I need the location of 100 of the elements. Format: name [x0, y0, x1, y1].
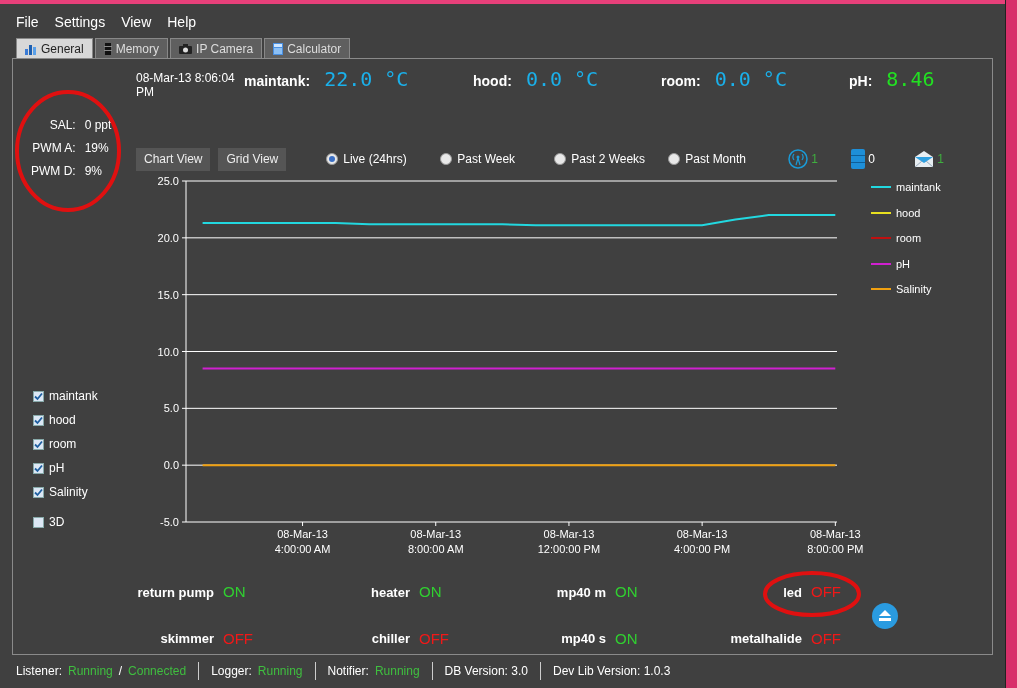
- series-checkbox[interactable]: hood: [33, 411, 136, 429]
- tab[interactable]: General: [16, 38, 93, 58]
- tab[interactable]: IP Camera: [170, 38, 263, 58]
- reading-label: pH:: [849, 72, 873, 91]
- legend-label: Salinity: [896, 282, 932, 297]
- legend-label: hood: [896, 205, 921, 221]
- x-tick-label: 08-Mar-13 8:00:00 PM: [807, 528, 864, 555]
- switch-state: OFF: [419, 628, 449, 649]
- envelope-icon: [914, 150, 935, 168]
- legend-label: room: [896, 231, 922, 246]
- switch-state: ON: [419, 582, 442, 602]
- series-checkbox[interactable]: Salinity: [33, 483, 136, 501]
- counter: 1: [811, 151, 818, 168]
- tab[interactable]: Calculator: [264, 38, 351, 58]
- reading-label: maintank:: [244, 72, 311, 91]
- reading-value: 22.0 °C: [324, 69, 409, 89]
- eject-button[interactable]: [872, 602, 898, 629]
- stat-label: PWM D:: [31, 163, 76, 180]
- y-tick-label: 15.0: [157, 288, 179, 301]
- x-tick-label: 08-Mar-13 8:00:00 AM: [407, 528, 464, 555]
- radio-button[interactable]: [440, 153, 453, 165]
- reading-value: 0.0 °C: [525, 69, 599, 89]
- switch-label: return pump: [137, 583, 214, 602]
- memory-chip-icon: [103, 42, 112, 55]
- switch-label: mp40 m: [556, 583, 606, 602]
- status-value: Running: [257, 663, 303, 680]
- reading-label: hood:: [473, 72, 512, 91]
- range-radio[interactable]: Past Month: [668, 150, 783, 168]
- datetime: 08-Mar-13 8:06:04 PM: [136, 71, 236, 99]
- y-tick-label: 25.0: [157, 175, 179, 187]
- status-label: Listener:: [16, 663, 63, 680]
- y-tick-label: 20.0: [157, 231, 179, 244]
- reading-value: 8.46: [886, 69, 935, 89]
- status-label: Notifier:: [327, 663, 369, 680]
- switch-state: ON: [615, 582, 638, 602]
- switch-label: chiller: [371, 630, 410, 648]
- calculator-icon: [273, 42, 284, 55]
- switch-state: ON: [615, 628, 638, 649]
- switch-label: metalhalide: [730, 630, 802, 648]
- series-checkbox[interactable]: maintank: [33, 387, 136, 405]
- switch-label: heater: [370, 583, 410, 602]
- y-tick-label: -5.0: [160, 516, 179, 528]
- stat-label: SAL:: [48, 117, 76, 134]
- range-radio[interactable]: Past Week: [440, 150, 555, 168]
- checkbox[interactable]: [33, 516, 44, 528]
- status-label: /: [118, 663, 123, 680]
- stat-value: 19%: [84, 140, 110, 157]
- series-checkbox[interactable]: pH: [33, 459, 136, 477]
- legend-label: maintank: [896, 180, 941, 195]
- switch-state: OFF: [223, 628, 253, 649]
- status-value: Running: [68, 663, 113, 680]
- radio-button[interactable]: [668, 153, 681, 165]
- series-checkbox[interactable]: room: [33, 435, 136, 453]
- radio-button[interactable]: [554, 153, 567, 165]
- stat-value: 0 ppt: [84, 117, 112, 134]
- reading-label: room:: [661, 72, 701, 91]
- checkbox[interactable]: [33, 390, 44, 402]
- eject-icon: [879, 610, 891, 621]
- menu-item[interactable]: Settings: [46, 10, 114, 34]
- checkbox[interactable]: [33, 438, 44, 450]
- switch-label: led: [783, 583, 802, 602]
- menu-item[interactable]: Help: [159, 10, 205, 34]
- radio-button[interactable]: [326, 153, 339, 165]
- status-label: Logger:: [211, 663, 252, 680]
- view-button[interactable]: Grid View: [218, 147, 287, 171]
- bar-chart-icon: [25, 42, 37, 55]
- counter: 1: [937, 151, 944, 168]
- x-tick-label: 08-Mar-13 12:00:00 PM: [537, 528, 601, 555]
- menu-item[interactable]: View: [113, 10, 160, 34]
- database-icon: [851, 149, 866, 169]
- switch-state: ON: [223, 582, 246, 602]
- stat-value: 9%: [84, 163, 103, 180]
- view-button[interactable]: Chart View: [136, 147, 211, 171]
- menu-item[interactable]: File: [8, 10, 47, 34]
- reading-value: 0.0 °C: [714, 69, 787, 89]
- y-tick-label: 5.0: [163, 402, 179, 415]
- checkbox[interactable]: [33, 486, 44, 498]
- range-radio[interactable]: Past 2 Weeks: [554, 150, 669, 168]
- antenna-icon: [788, 149, 809, 169]
- checkbox[interactable]: [33, 462, 44, 474]
- x-tick-label: 08-Mar-13 4:00:00 AM: [274, 528, 331, 555]
- switch-state: OFF: [811, 582, 841, 602]
- checkbox[interactable]: [33, 414, 44, 426]
- switch-label: skimmer: [160, 630, 214, 648]
- series-checkbox[interactable]: 3D: [33, 513, 136, 531]
- status-label: Dev Lib Version: 1.0.3: [552, 663, 671, 680]
- switch-label: mp40 s: [561, 630, 606, 648]
- y-tick-label: 0.0: [163, 459, 179, 472]
- range-radio[interactable]: Live (24hrs): [326, 150, 441, 168]
- camera-icon: [179, 43, 193, 54]
- tab[interactable]: Memory: [94, 38, 169, 58]
- legend-label: pH: [896, 256, 911, 272]
- y-tick-label: 10.0: [157, 345, 179, 358]
- switch-state: OFF: [811, 628, 841, 649]
- status-value: Connected: [128, 663, 187, 680]
- x-tick-label: 08-Mar-13 4:00:00 PM: [674, 528, 731, 555]
- stat-label: PWM A:: [31, 140, 76, 157]
- status-label: DB Version: 3.0: [444, 663, 528, 680]
- counter: 0: [868, 151, 875, 168]
- status-value: Running: [374, 663, 420, 680]
